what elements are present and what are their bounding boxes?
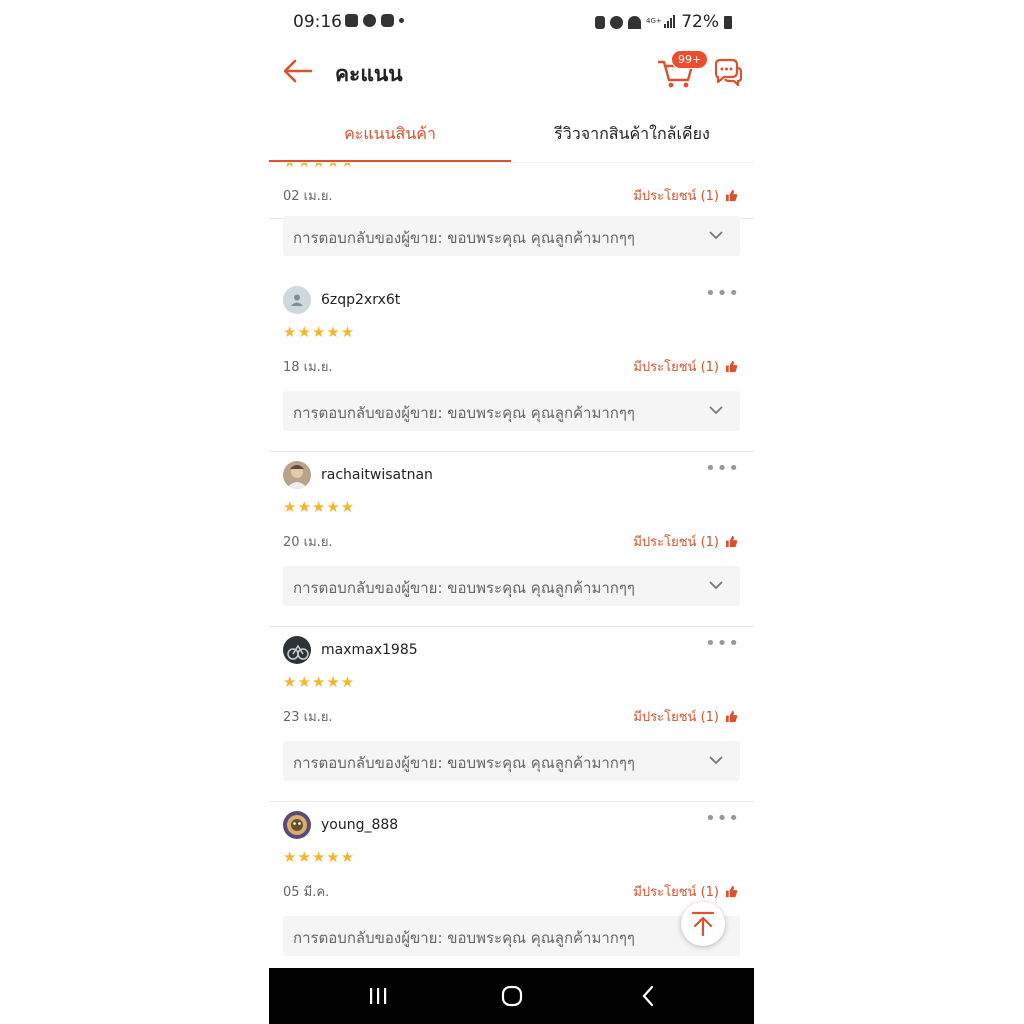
username[interactable]: 6zqp2xrx6t <box>321 292 400 308</box>
thumbs-up-icon <box>725 360 738 373</box>
gallery-icon <box>345 14 358 27</box>
avatar[interactable] <box>283 636 311 664</box>
seller-reply-text: การตอบกลับของผู้ขาย: ขอบพระคุณ คุณลูกค้า… <box>293 404 635 422</box>
review-date: 02 เม.ย. <box>283 189 333 204</box>
rating-stars: ★★★★★ <box>283 673 356 691</box>
avatar[interactable] <box>283 461 311 489</box>
user-photo-icon <box>286 465 308 489</box>
seller-reply[interactable]: การตอบกลับของผู้ขาย: ขอบพระคุณ คุณลูกค้า… <box>283 391 740 431</box>
status-time: 09:16 <box>293 12 342 32</box>
helpful-button[interactable]: มีประโยชน์ (1) <box>633 185 738 206</box>
username[interactable]: rachaitwisatnan <box>321 467 433 483</box>
thumbs-up-icon <box>725 189 738 202</box>
helpful-label: มีประโยชน์ (1) <box>633 710 719 725</box>
seller-reply[interactable]: การตอบกลับของผู้ขาย: ขอบพระคุณ คุณลูกค้า… <box>283 916 740 956</box>
review-header: rachaitwisatnan <box>283 460 433 490</box>
chevron-down-icon <box>709 231 723 240</box>
user-photo-icon <box>287 644 309 660</box>
more-options-icon[interactable]: ••• <box>705 283 740 304</box>
review-date: 20 เม.ย. <box>283 535 333 550</box>
line-icon <box>363 14 376 27</box>
user-photo-icon <box>287 815 307 835</box>
status-bar: 09:16 4G+ 72% <box>269 0 754 44</box>
hotspot-icon <box>628 15 642 29</box>
chevron-down-icon <box>709 581 723 590</box>
lock-icon <box>595 15 606 29</box>
chevron-down-icon <box>709 406 723 415</box>
rating-stars: ★★★★★ <box>283 848 356 866</box>
phone-screen: 09:16 4G+ 72% คะแนน 99+ คะแนนสินค้า รีวิ… <box>269 0 754 1024</box>
review-date: 23 เม.ย. <box>283 710 333 725</box>
review-item: 6zqp2xrx6t ••• ★★★★★ 18 เม.ย. มีประโยชน์… <box>269 276 754 452</box>
review-item: maxmax1985 ••• ★★★★★ 23 เม.ย. มีประโยชน์… <box>269 626 754 802</box>
thumbs-up-icon <box>725 535 738 548</box>
rating-stars: ★★★★★ <box>283 498 356 516</box>
back-nav-icon[interactable] <box>635 982 663 1010</box>
app-header: คะแนน 99+ <box>269 44 754 102</box>
home-icon[interactable] <box>498 982 526 1010</box>
cart-badge: 99+ <box>671 50 709 69</box>
seller-reply-text: การตอบกลับของผู้ขาย: ขอบพระคุณ คุณลูกค้า… <box>293 929 635 947</box>
seller-reply-text: การตอบกลับของผู้ขาย: ขอบพระคุณ คุณลูกค้า… <box>293 579 635 597</box>
review-header: maxmax1985 <box>283 635 418 665</box>
recent-apps-icon[interactable] <box>364 982 392 1010</box>
rating-stars: ★★★★★ <box>283 163 355 171</box>
battery-icon <box>724 15 732 29</box>
chevron-down-icon <box>709 756 723 765</box>
thumbs-up-icon <box>725 710 738 723</box>
avatar[interactable] <box>283 811 311 839</box>
thumbs-up-icon <box>725 885 738 898</box>
rating-stars: ★★★★★ <box>283 323 356 341</box>
more-options-icon[interactable]: ••• <box>705 633 740 654</box>
seller-reply-text: การตอบกลับของผู้ขาย: ขอบพระคุณ คุณลูกค้า… <box>293 754 635 772</box>
review-item: rachaitwisatnan ••• ★★★★★ 20 เม.ย. มีประ… <box>269 451 754 627</box>
signal-icon: 4G+ <box>646 15 676 28</box>
review-date: 18 เม.ย. <box>283 360 333 375</box>
user-icon <box>291 294 303 306</box>
review-list[interactable]: ★★★★★ 02 เม.ย. มีประโยชน์ (1) การตอบกลับ… <box>269 163 754 968</box>
more-options-icon[interactable]: ••• <box>705 808 740 829</box>
helpful-label: มีประโยชน์ (1) <box>633 360 719 375</box>
page-title: คะแนน <box>335 62 403 86</box>
battery-text: 72% <box>681 12 719 32</box>
youtube-icon <box>381 14 394 27</box>
alarm-icon <box>610 15 624 29</box>
avatar[interactable] <box>283 286 311 314</box>
helpful-button[interactable]: มีประโยชน์ (1) <box>633 356 738 377</box>
helpful-button[interactable]: มีประโยชน์ (1) <box>633 881 738 902</box>
tab-product-ratings[interactable]: คะแนนสินค้า <box>269 110 511 162</box>
username[interactable]: young_888 <box>321 817 398 833</box>
system-nav-bar <box>269 968 754 1024</box>
arrow-left-icon[interactable] <box>281 56 317 86</box>
arrow-up-icon <box>691 911 715 937</box>
system-status: 4G+ 72% <box>595 12 732 32</box>
review-header: young_888 <box>283 810 398 840</box>
username[interactable]: maxmax1985 <box>321 642 418 658</box>
review-date: 05 มี.ค. <box>283 885 330 900</box>
tab-similar-product-reviews[interactable]: รีวิวจากสินค้าใกล้เคียง <box>511 110 753 160</box>
review-item: ★★★★★ 02 เม.ย. มีประโยชน์ (1) <box>269 163 754 219</box>
svg-text:4G+: 4G+ <box>646 17 662 25</box>
helpful-button[interactable]: มีประโยชน์ (1) <box>633 531 738 552</box>
seller-reply[interactable]: การตอบกลับของผู้ขาย: ขอบพระคุณ คุณลูกค้า… <box>283 741 740 781</box>
seller-reply[interactable]: การตอบกลับของผู้ขาย: ขอบพระคุณ คุณลูกค้า… <box>283 216 740 256</box>
helpful-label: มีประโยชน์ (1) <box>633 535 719 550</box>
review-tabs: คะแนนสินค้า รีวิวจากสินค้าใกล้เคียง <box>269 110 754 163</box>
more-options-icon[interactable]: ••• <box>705 458 740 479</box>
helpful-label: มีประโยชน์ (1) <box>633 885 719 900</box>
seller-reply-text: การตอบกลับของผู้ขาย: ขอบพระคุณ คุณลูกค้า… <box>293 229 635 247</box>
chat-icon[interactable] <box>710 56 742 88</box>
seller-reply[interactable]: การตอบกลับของผู้ขาย: ขอบพระคุณ คุณลูกค้า… <box>283 566 740 606</box>
helpful-label: มีประโยชน์ (1) <box>633 189 719 204</box>
scroll-to-top-button[interactable] <box>681 902 725 946</box>
notification-icons <box>345 14 404 27</box>
review-header: 6zqp2xrx6t <box>283 285 400 315</box>
helpful-button[interactable]: มีประโยชน์ (1) <box>633 706 738 727</box>
more-notifications-icon <box>399 18 404 23</box>
